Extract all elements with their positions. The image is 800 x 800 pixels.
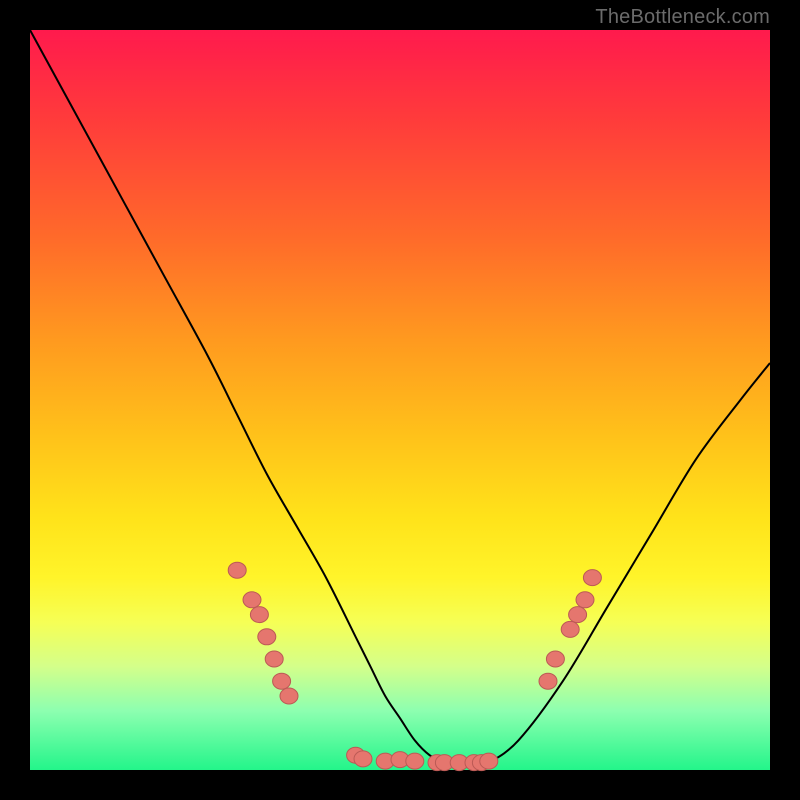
plot-area (30, 30, 770, 770)
curve-marker (539, 673, 557, 689)
curve-marker (228, 562, 246, 578)
curve-marker (569, 607, 587, 623)
curve-marker (273, 673, 291, 689)
curve-marker (265, 651, 283, 667)
curve-line (30, 30, 770, 767)
curve-marker (406, 753, 424, 769)
curve-marker (258, 629, 276, 645)
curve-marker (250, 607, 268, 623)
curve-marker (243, 592, 261, 608)
curve-marker (480, 753, 498, 769)
chart-frame: TheBottleneck.com (0, 0, 800, 800)
curve-marker (576, 592, 594, 608)
chart-svg (30, 30, 770, 770)
watermark-text: TheBottleneck.com (595, 6, 770, 29)
curve-marker (546, 651, 564, 667)
curve-marker (561, 621, 579, 637)
curve-marker (280, 688, 298, 704)
curve-marker (354, 751, 372, 767)
curve-marker (583, 570, 601, 586)
